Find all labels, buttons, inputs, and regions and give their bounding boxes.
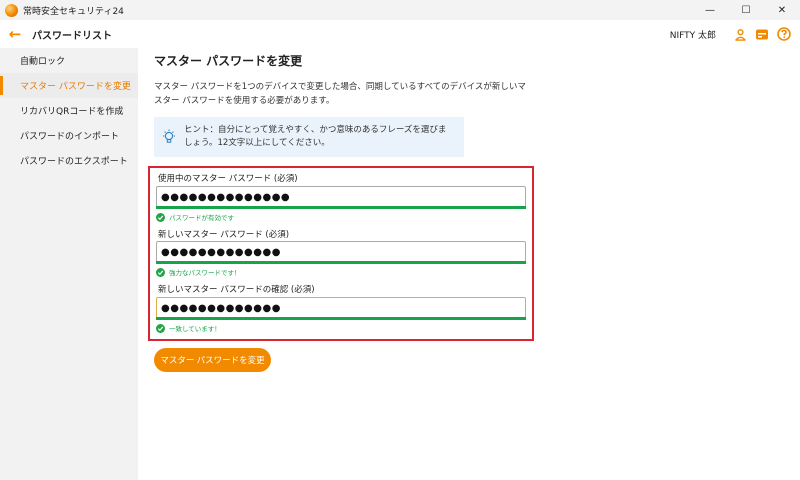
status-text: パスワードが有効です: [169, 214, 234, 222]
close-button[interactable]: ✕: [764, 0, 800, 20]
maximize-button[interactable]: ☐: [728, 0, 764, 20]
sidebar-item-export[interactable]: パスワードのエクスポート: [0, 148, 138, 173]
sidebar-item-label: マスター パスワードを変更: [20, 82, 131, 92]
help-icon[interactable]: [776, 26, 792, 42]
confirm-password-status: 一致しています！: [156, 323, 221, 333]
card-icon-svg: [756, 29, 768, 39]
new-password-input[interactable]: ●●●●●●●●●●●●●: [156, 241, 526, 263]
lightbulb-icon-svg: [163, 129, 175, 143]
header-title: パスワードリスト: [32, 30, 112, 42]
password-form-highlight: 使用中のマスター パスワード (必須) ●●●●●●●●●●●●●● パスワード…: [148, 166, 534, 341]
current-password-input[interactable]: ●●●●●●●●●●●●●●: [156, 186, 526, 208]
check-circle-icon: [156, 323, 165, 333]
new-password-status: 強力なパスワードです！: [156, 267, 241, 277]
user-icon-svg: [734, 28, 746, 41]
minimize-button[interactable]: —: [692, 0, 728, 20]
change-master-password-button[interactable]: マスター パスワードを変更: [154, 348, 271, 372]
sidebar-item-label: リカバリQRコードを作成: [20, 107, 124, 117]
page-title: マスター パスワードを変更: [154, 54, 303, 68]
sidebar-item-label: 自動ロック: [20, 57, 66, 67]
user-name: NIFTY 太郎: [669, 30, 716, 41]
main-panel: マスター パスワードを変更 マスター パスワードを1つのデバイスで変更した場合、…: [138, 48, 800, 480]
app-header: ← パスワードリスト NIFTY 太郎: [0, 20, 800, 48]
hint-text: ヒント：自分にとって覚えやすく、かつ意味のあるフレーズを選びましょう。12文字以…: [184, 125, 447, 148]
confirm-password-input[interactable]: ●●●●●●●●●●●●●: [156, 297, 526, 319]
sidebar-item-label: パスワードのエクスポート: [20, 157, 128, 167]
sidebar-item-auto-lock[interactable]: 自動ロック: [0, 48, 138, 73]
card-icon[interactable]: [754, 26, 770, 42]
sidebar-item-import[interactable]: パスワードのインポート: [0, 123, 138, 148]
current-password-strength-bar: [156, 206, 526, 209]
sidebar-item-label: パスワードのインポート: [20, 132, 120, 142]
back-arrow-icon[interactable]: ←: [6, 25, 24, 43]
sidebar: 自動ロック マスター パスワードを変更 リカバリQRコードを作成 パスワードのイ…: [0, 48, 138, 480]
confirm-password-label: 新しいマスター パスワードの確認 (必須): [158, 285, 315, 295]
user-icon[interactable]: [732, 26, 748, 42]
new-password-strength-bar: [156, 261, 526, 264]
header-actions: NIFTY 太郎: [670, 20, 792, 48]
new-password-label: 新しいマスター パスワード (必須): [158, 230, 290, 240]
current-password-status: パスワードが有効です: [156, 212, 234, 222]
hint-box: ヒント：自分にとって覚えやすく、かつ意味のあるフレーズを選びましょう。12文字以…: [154, 117, 464, 157]
sidebar-item-recovery-qr[interactable]: リカバリQRコードを作成: [0, 98, 138, 123]
current-password-label: 使用中のマスター パスワード (必須): [158, 174, 298, 184]
lightbulb-icon: [154, 129, 184, 145]
sidebar-item-change-master-password[interactable]: マスター パスワードを変更: [0, 73, 138, 98]
status-text: 一致しています！: [169, 325, 221, 333]
page-description: マスター パスワードを1つのデバイスで変更した場合、同期しているすべてのデバイス…: [154, 82, 526, 106]
status-text: 強力なパスワードです！: [169, 269, 241, 277]
confirm-password-strength-bar: [156, 317, 526, 320]
window-title: 常時安全セキュリティ24: [23, 6, 124, 17]
check-circle-icon: [156, 212, 165, 222]
window-controls: — ☐ ✕: [692, 0, 800, 20]
help-icon-svg: [777, 27, 791, 41]
check-circle-icon: [156, 267, 165, 277]
window-titlebar: 常時安全セキュリティ24 — ☐ ✕: [0, 0, 800, 20]
app-logo-icon: [5, 3, 18, 17]
